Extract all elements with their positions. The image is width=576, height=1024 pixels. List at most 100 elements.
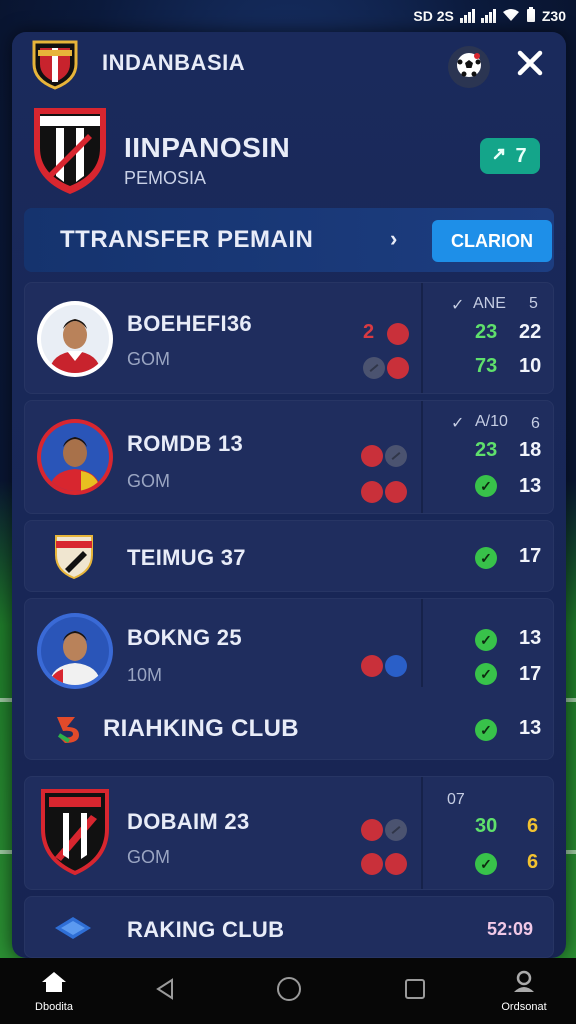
home-circle-icon bbox=[276, 976, 302, 1007]
transfer-title: TTRANSFER PEMAIN bbox=[60, 226, 314, 253]
club-crest-icon bbox=[30, 38, 80, 90]
check-circle-icon: ✓ bbox=[475, 629, 497, 651]
status-dot bbox=[361, 445, 383, 467]
avatar bbox=[37, 419, 113, 495]
status-dot bbox=[385, 481, 407, 503]
avatar bbox=[37, 301, 113, 377]
club-crest-icon bbox=[53, 533, 95, 581]
check-icon: ✓ bbox=[451, 415, 465, 432]
status-dot bbox=[385, 445, 407, 467]
diamond-logo-icon bbox=[53, 913, 93, 943]
stat-value: 17 bbox=[519, 663, 542, 685]
nav-recents-button[interactable] bbox=[400, 958, 430, 1024]
nav-home-button[interactable] bbox=[274, 958, 304, 1024]
club-name: RAKING CLUB bbox=[127, 917, 285, 942]
stat-value: 6 bbox=[527, 815, 539, 837]
clarion-button[interactable]: CLARION bbox=[432, 220, 552, 262]
club-name: TEIMUG 37 bbox=[127, 545, 246, 570]
club-panel: INDANBASIA IINPANOSIN PEMOSIA 7 TTRANSFE… bbox=[12, 32, 566, 958]
player-subtitle: GOM bbox=[127, 349, 170, 369]
check-circle-icon: ✓ bbox=[475, 547, 497, 569]
status-dot bbox=[361, 819, 383, 841]
stat-header: ANE bbox=[473, 295, 506, 312]
nav-home-label: Dbodita bbox=[35, 1000, 73, 1013]
check-icon: ✓ bbox=[451, 297, 465, 314]
stat-header: A/10 bbox=[475, 413, 508, 430]
player-name: DOBAIM 23 bbox=[127, 809, 250, 834]
player-portrait bbox=[41, 423, 109, 491]
club-name: RIAHKING CLUB bbox=[103, 715, 299, 742]
recents-square-icon bbox=[404, 978, 426, 1005]
club-logo-icon bbox=[53, 711, 87, 745]
card-divider bbox=[421, 777, 423, 889]
stat-header-right: 6 bbox=[531, 415, 540, 432]
player-subtitle: GOM bbox=[127, 847, 170, 867]
player-card[interactable]: DOBAIM 23 GOM 07 30 6 ✓ 6 bbox=[24, 776, 554, 890]
stat-value: 6 bbox=[527, 851, 539, 873]
club-row[interactable]: RAKING CLUB 52:09 bbox=[24, 896, 554, 958]
stat-value: 23 bbox=[475, 321, 498, 343]
signal-icon bbox=[480, 9, 496, 23]
card-divider bbox=[421, 401, 423, 513]
battery-icon bbox=[526, 6, 536, 26]
player-name: BOKNG 25 bbox=[127, 625, 242, 650]
home-icon bbox=[40, 970, 68, 999]
status-dot bbox=[363, 357, 385, 379]
status-dot bbox=[387, 357, 409, 379]
transfer-count-badge[interactable]: 7 bbox=[480, 138, 540, 174]
profile-icon bbox=[511, 970, 537, 999]
nav-back-button[interactable] bbox=[150, 958, 180, 1024]
stat-value: 13 bbox=[519, 627, 542, 649]
close-icon bbox=[516, 47, 544, 86]
nav-home[interactable]: Dbodita bbox=[32, 958, 76, 1024]
status-dot bbox=[387, 323, 409, 345]
card-divider bbox=[421, 283, 423, 393]
stat-value: 13 bbox=[519, 475, 542, 497]
status-dot bbox=[361, 655, 383, 677]
club-row[interactable]: TEIMUG 37 ✓ 17 bbox=[24, 520, 554, 592]
stat-value: 22 bbox=[519, 321, 542, 343]
transfer-bar: TTRANSFER PEMAIN › CLARION bbox=[24, 208, 554, 272]
card-divider bbox=[421, 599, 423, 687]
player-subtitle: GOM bbox=[127, 471, 170, 491]
club-subtitle: PEMOSIA bbox=[124, 168, 207, 188]
wifi-icon bbox=[502, 8, 520, 25]
player-name: ROMDB 13 bbox=[127, 431, 244, 456]
dot-text: 2 bbox=[363, 321, 375, 343]
panel-header: INDANBASIA bbox=[12, 32, 566, 94]
stat-value: 10 bbox=[519, 355, 542, 377]
stat-value: 18 bbox=[519, 439, 542, 461]
stat-value: 23 bbox=[475, 439, 498, 461]
nav-profile[interactable]: Ordsonat bbox=[496, 958, 552, 1024]
soccer-ball-icon bbox=[456, 52, 482, 83]
soccer-ball-button[interactable] bbox=[448, 46, 490, 88]
bottom-nav-bar: Dbodita Ordsonat bbox=[0, 958, 576, 1024]
avatar bbox=[37, 613, 113, 689]
player-card[interactable]: ROMDB 13 GOM ✓ A/10 6 23 18 ✓ 13 bbox=[24, 400, 554, 514]
player-name: BOEHEFI36 bbox=[127, 311, 252, 336]
club-crest-icon bbox=[30, 104, 110, 198]
player-portrait bbox=[41, 617, 109, 685]
status-dot bbox=[385, 655, 407, 677]
player-subtitle: 10M bbox=[127, 665, 163, 685]
check-circle-icon: ✓ bbox=[475, 853, 497, 875]
player-card[interactable]: BOKNG 25 10M ✓ 13 ✓ 17 RIAHKING CLUB ✓ 1… bbox=[24, 598, 554, 760]
player-card[interactable]: BOEHEFI36 GOM 2 ✓ ANE 5 23 22 73 10 bbox=[24, 282, 554, 394]
close-button[interactable] bbox=[512, 48, 548, 84]
check-circle-icon: ✓ bbox=[475, 719, 497, 741]
status-dot bbox=[385, 853, 407, 875]
club-name: IINPANOSIN bbox=[124, 132, 291, 163]
check-circle-icon: ✓ bbox=[475, 663, 497, 685]
status-dot bbox=[361, 481, 383, 503]
status-time: Z30 bbox=[541, 8, 566, 24]
chevron-right-icon[interactable]: › bbox=[390, 226, 397, 252]
countdown-timer: 52:09 bbox=[487, 919, 534, 939]
signal-icon bbox=[459, 9, 475, 23]
stat-value: 17 bbox=[519, 545, 542, 567]
stat-value: 13 bbox=[519, 717, 542, 739]
status-bar: SD 2S Z30 bbox=[0, 0, 576, 32]
status-left-text: SD 2S bbox=[413, 8, 454, 24]
nav-profile-label: Ordsonat bbox=[501, 1000, 547, 1013]
badge-value: 7 bbox=[515, 144, 527, 167]
status-dot bbox=[361, 853, 383, 875]
